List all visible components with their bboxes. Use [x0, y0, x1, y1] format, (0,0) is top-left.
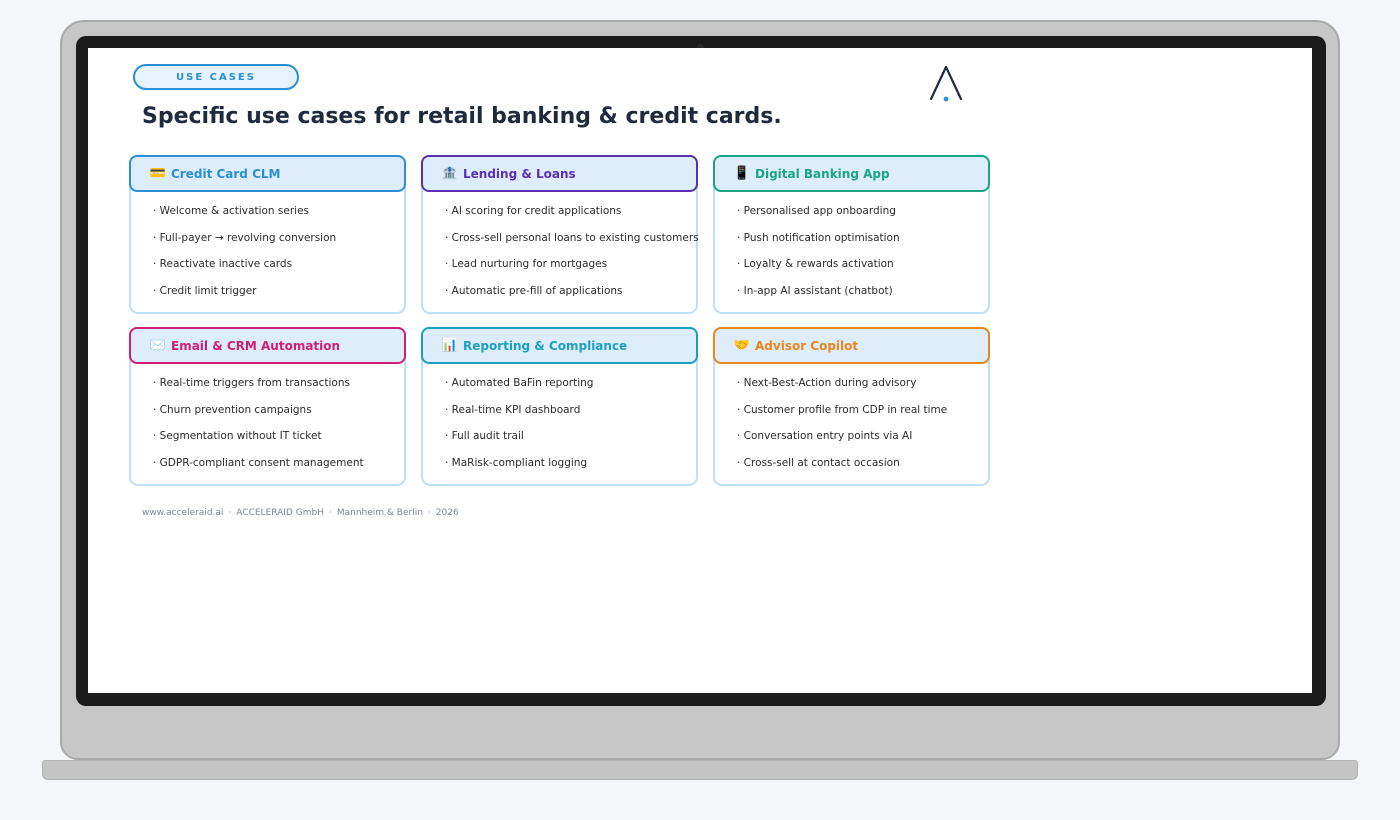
- card-item-list: · Personalised app onboarding · Push not…: [737, 205, 900, 312]
- list-item: · Push notification optimisation: [737, 231, 900, 244]
- footer: www.acceleraid.ai · ACCELERAID GmbH · Mannhe…: [142, 508, 459, 518]
- list-item: · Real-time KPI dashboard: [445, 403, 581, 416]
- list-item: · Full-payer → revolving conversion: [153, 231, 337, 244]
- card-header: 📱 Digital Banking App: [713, 155, 990, 192]
- section-label: USE CASES: [133, 64, 299, 90]
- screen: USE CASES Specific use cases for retail …: [88, 48, 1312, 693]
- list-item: · Personalised app onboarding: [737, 205, 896, 217]
- acceleraid-logo-icon: [929, 65, 963, 102]
- bar-chart-icon: 📊: [441, 338, 459, 353]
- list-item: · Cross-sell personal loans to existing …: [445, 231, 699, 244]
- list-item: · Welcome & activation series: [153, 205, 310, 217]
- list-item: · Full audit trail: [445, 430, 524, 443]
- card-header: 🤝 Advisor Copilot: [713, 327, 990, 364]
- handshake-icon: 🤝: [733, 338, 751, 353]
- card-header: 💳 Credit Card CLM: [129, 155, 406, 192]
- card-header: 🏦 Lending & Loans: [421, 155, 698, 192]
- use-case-card-reporting-compliance: 📊 Reporting & Compliance · Automated BaF…: [421, 327, 698, 486]
- list-item: · AI scoring for credit applications: [445, 205, 622, 217]
- list-item: · In-app AI assistant (chatbot): [737, 285, 893, 298]
- card-title: Digital Banking App: [755, 166, 890, 181]
- list-item: · Next-Best-Action during advisory: [737, 377, 917, 389]
- list-item: · Automatic pre-fill of applications: [445, 285, 623, 298]
- list-item: · Conversation entry points via AI: [737, 430, 913, 443]
- card-item-list: · AI scoring for credit applications · C…: [445, 205, 699, 312]
- footer-url: www.acceleraid.ai: [142, 508, 224, 518]
- footer-separator: ·: [328, 508, 332, 518]
- use-case-card-email-crm-automation: ✉️ Email & CRM Automation · Real-time tr…: [129, 327, 406, 486]
- list-item: · Credit limit trigger: [153, 285, 257, 298]
- card-header: ✉️ Email & CRM Automation: [129, 327, 406, 364]
- card-title: Email & CRM Automation: [171, 338, 341, 353]
- laptop-base: [42, 760, 1358, 780]
- footer-separator: ·: [228, 508, 232, 518]
- card-item-list: · Next-Best-Action during advisory · Cus…: [737, 377, 947, 484]
- footer-year: 2026: [435, 508, 459, 518]
- footer-locations: Mannheim & Berlin: [336, 508, 423, 518]
- list-item: · GDPR-compliant consent management: [153, 457, 364, 470]
- card-title: Advisor Copilot: [755, 338, 859, 353]
- envelope-icon: ✉️: [149, 338, 167, 353]
- card-title: Lending & Loans: [463, 166, 576, 181]
- card-title: Reporting & Compliance: [463, 338, 628, 353]
- list-item: · Loyalty & rewards activation: [737, 258, 894, 271]
- use-case-card-digital-banking-app: 📱 Digital Banking App · Personalised app…: [713, 155, 990, 314]
- list-item: · Automated BaFin reporting: [445, 377, 594, 389]
- list-item: · Churn prevention campaigns: [153, 403, 312, 416]
- card-header: 📊 Reporting & Compliance: [421, 327, 698, 364]
- use-case-card-credit-card-clm: 💳 Credit Card CLM · Welcome & activation…: [129, 155, 406, 314]
- card-item-list: · Real-time triggers from transactions ·…: [153, 377, 364, 484]
- card-title: Credit Card CLM: [171, 166, 281, 181]
- list-item: · Cross-sell at contact occasion: [737, 457, 900, 470]
- list-item: · Segmentation without IT ticket: [153, 430, 322, 443]
- use-case-card-advisor-copilot: 🤝 Advisor Copilot · Next-Best-Action dur…: [713, 327, 990, 486]
- use-case-card-lending-loans: 🏦 Lending & Loans · AI scoring for credi…: [421, 155, 699, 314]
- bank-icon: 🏦: [441, 166, 459, 181]
- list-item: · Reactivate inactive cards: [153, 258, 293, 271]
- credit-card-icon: 💳: [149, 166, 167, 181]
- footer-separator: ·: [427, 508, 431, 518]
- footer-company: ACCELERAID GmbH: [236, 508, 324, 518]
- list-item: · Customer profile from CDP in real time: [737, 403, 948, 416]
- list-item: · Lead nurturing for mortgages: [445, 258, 608, 271]
- page-title: Specific use cases for retail banking & …: [142, 104, 782, 129]
- mobile-phone-icon: 📱: [733, 166, 751, 181]
- list-item: · MaRisk-compliant logging: [445, 457, 588, 470]
- card-item-list: · Welcome & activation series · Full-pay…: [153, 205, 336, 312]
- list-item: · Real-time triggers from transactions: [153, 377, 350, 389]
- card-item-list: · Automated BaFin reporting · Real-time …: [445, 377, 593, 484]
